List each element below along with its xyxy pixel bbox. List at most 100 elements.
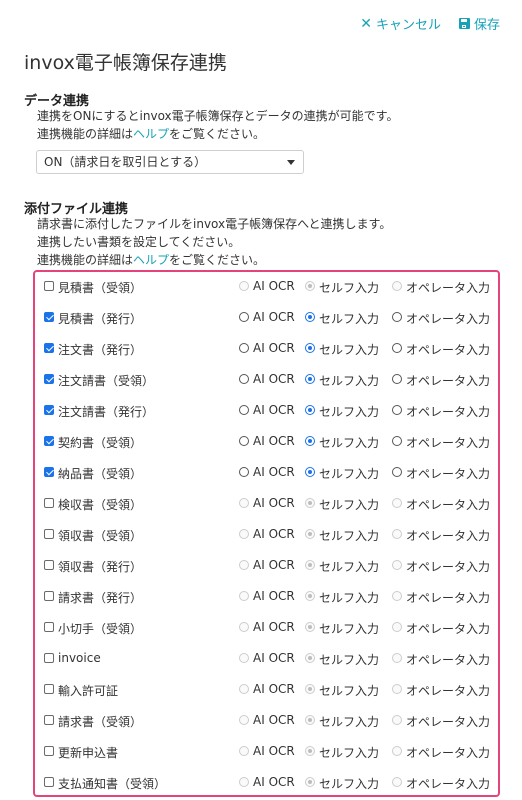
self-input-radio[interactable] xyxy=(305,343,315,353)
ai-ocr-radio[interactable] xyxy=(239,374,249,384)
document-name: 注文請書（発行） xyxy=(58,405,155,419)
self-input-radio[interactable] xyxy=(305,405,315,415)
ai-ocr-radio[interactable] xyxy=(239,746,249,756)
document-checkbox[interactable] xyxy=(44,281,54,291)
operator-input-radio[interactable] xyxy=(392,715,402,725)
operator-input-label: オペレータ入力 xyxy=(406,715,491,729)
ai-ocr-radio[interactable] xyxy=(239,467,249,477)
ai-ocr-radio[interactable] xyxy=(239,436,249,446)
self-input-radio[interactable] xyxy=(305,467,315,477)
document-checkbox[interactable] xyxy=(44,715,54,725)
operator-input-radio[interactable] xyxy=(392,343,402,353)
document-checkbox[interactable] xyxy=(44,343,54,353)
help-link[interactable]: ヘルプ xyxy=(133,127,169,141)
help-link[interactable]: ヘルプ xyxy=(133,253,169,267)
operator-input-label: オペレータ入力 xyxy=(406,343,491,357)
operator-input-radio[interactable] xyxy=(392,622,402,632)
attach-desc-line1: 請求書に添付したファイルをinvox電子帳簿保存へと連携します。 xyxy=(37,217,392,231)
operator-input-label: オペレータ入力 xyxy=(406,281,491,295)
self-input-radio[interactable] xyxy=(305,715,315,725)
ai-ocr-radio[interactable] xyxy=(239,529,249,539)
document-row: 請求書（受領） AI OCR セルフ入力 オペレータ入力 xyxy=(35,706,498,737)
document-row: 請求書（発行） AI OCR セルフ入力 オペレータ入力 xyxy=(35,582,498,613)
ai-ocr-radio[interactable] xyxy=(239,343,249,353)
operator-input-radio[interactable] xyxy=(392,777,402,787)
document-checkbox[interactable] xyxy=(44,622,54,632)
self-input-radio[interactable] xyxy=(305,591,315,601)
self-input-radio[interactable] xyxy=(305,374,315,384)
cancel-button[interactable]: ✕ キャンセル xyxy=(360,14,441,34)
ai-ocr-label: AI OCR xyxy=(253,775,295,789)
self-input-radio[interactable] xyxy=(305,777,315,787)
document-row: 小切手（受領） AI OCR セルフ入力 オペレータ入力 xyxy=(35,613,498,644)
operator-input-radio[interactable] xyxy=(392,529,402,539)
document-checkbox[interactable] xyxy=(44,591,54,601)
ai-ocr-radio[interactable] xyxy=(239,312,249,322)
ai-ocr-radio[interactable] xyxy=(239,498,249,508)
ai-ocr-radio[interactable] xyxy=(239,405,249,415)
operator-input-radio[interactable] xyxy=(392,467,402,477)
operator-input-radio[interactable] xyxy=(392,374,402,384)
ai-ocr-label: AI OCR xyxy=(253,651,295,665)
operator-input-radio[interactable] xyxy=(392,560,402,570)
cancel-label: キャンセル xyxy=(375,18,441,33)
operator-input-radio[interactable] xyxy=(392,498,402,508)
self-input-radio[interactable] xyxy=(305,653,315,663)
self-input-label: セルフ入力 xyxy=(319,653,380,667)
document-checkbox[interactable] xyxy=(44,653,54,663)
document-checkbox[interactable] xyxy=(44,777,54,787)
operator-input-radio[interactable] xyxy=(392,591,402,601)
ai-ocr-radio[interactable] xyxy=(239,560,249,570)
self-input-radio[interactable] xyxy=(305,312,315,322)
self-input-radio[interactable] xyxy=(305,498,315,508)
document-checkbox[interactable] xyxy=(44,374,54,384)
self-input-radio[interactable] xyxy=(305,684,315,694)
document-row: 輸入許可証 AI OCR セルフ入力 オペレータ入力 xyxy=(35,675,498,706)
ai-ocr-label: AI OCR xyxy=(253,372,295,386)
ai-ocr-label: AI OCR xyxy=(253,682,295,696)
ai-ocr-radio[interactable] xyxy=(239,715,249,725)
self-input-radio[interactable] xyxy=(305,281,315,291)
document-name: invoice xyxy=(58,651,101,665)
data-link-desc-line2: 連携機能の詳細はヘルプをご覧ください。 xyxy=(37,127,266,141)
operator-input-radio[interactable] xyxy=(392,684,402,694)
document-checkbox[interactable] xyxy=(44,467,54,477)
save-button[interactable]: 保存 xyxy=(458,14,500,33)
document-checkbox[interactable] xyxy=(44,560,54,570)
document-checkbox[interactable] xyxy=(44,436,54,446)
self-input-label: セルフ入力 xyxy=(319,715,380,729)
operator-input-label: オペレータ入力 xyxy=(406,591,491,605)
ai-ocr-radio[interactable] xyxy=(239,281,249,291)
self-input-radio[interactable] xyxy=(305,560,315,570)
self-input-radio[interactable] xyxy=(305,622,315,632)
self-input-radio[interactable] xyxy=(305,746,315,756)
operator-input-radio[interactable] xyxy=(392,405,402,415)
self-input-radio[interactable] xyxy=(305,436,315,446)
document-checkbox[interactable] xyxy=(44,498,54,508)
ai-ocr-radio[interactable] xyxy=(239,777,249,787)
document-checkbox[interactable] xyxy=(44,529,54,539)
operator-input-radio[interactable] xyxy=(392,653,402,663)
document-row: invoice AI OCR セルフ入力 オペレータ入力 xyxy=(35,644,498,675)
ai-ocr-radio[interactable] xyxy=(239,684,249,694)
self-input-label: セルフ入力 xyxy=(319,374,380,388)
self-input-radio[interactable] xyxy=(305,529,315,539)
ai-ocr-label: AI OCR xyxy=(253,589,295,603)
document-checkbox[interactable] xyxy=(44,684,54,694)
document-checkbox[interactable] xyxy=(44,312,54,322)
self-input-label: セルフ入力 xyxy=(319,560,380,574)
ai-ocr-radio[interactable] xyxy=(239,591,249,601)
ai-ocr-radio[interactable] xyxy=(239,653,249,663)
data-link-select[interactable]: ON（請求日を取引日とする） xyxy=(36,150,304,174)
document-row: 支払通知書（受領） AI OCR セルフ入力 オペレータ入力 xyxy=(35,768,498,799)
operator-input-radio[interactable] xyxy=(392,281,402,291)
ai-ocr-label: AI OCR xyxy=(253,341,295,355)
operator-input-radio[interactable] xyxy=(392,746,402,756)
document-name: 請求書（発行） xyxy=(58,591,143,605)
operator-input-radio[interactable] xyxy=(392,312,402,322)
document-checkbox[interactable] xyxy=(44,405,54,415)
operator-input-radio[interactable] xyxy=(392,436,402,446)
ai-ocr-radio[interactable] xyxy=(239,622,249,632)
data-link-select-value: ON（請求日を取引日とする） xyxy=(44,155,207,169)
document-checkbox[interactable] xyxy=(44,746,54,756)
